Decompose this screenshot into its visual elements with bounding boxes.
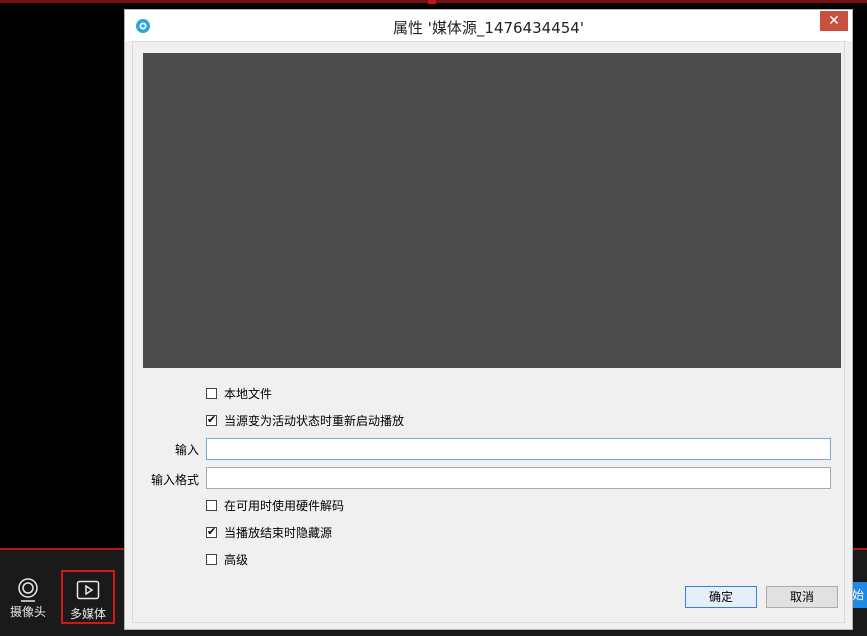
media-source-label: 多媒体 [69,607,106,621]
input-format-field[interactable] [206,467,831,489]
camera-icon [16,578,40,605]
cancel-button[interactable]: 取消 [766,586,838,608]
advanced-checkbox[interactable] [206,554,217,565]
restart-on-active-checkbox[interactable]: ✔ [206,413,217,426]
local-file-checkbox[interactable] [206,388,217,399]
ok-button[interactable]: 确定 [685,586,757,608]
hide-on-end-checkbox[interactable]: ✔ [206,525,217,538]
checkmark-icon: ✔ [207,525,217,538]
start-button-partial[interactable]: 始 [852,582,867,608]
properties-dialog: 属性 '媒体源_1476434454' ✕ 本地文件 ✔ 当源变为活动状态时重新… [124,9,853,630]
camera-source-label: 摄像头 [9,605,46,619]
input-label: 输入 [175,443,200,457]
hardware-decode-checkbox[interactable] [206,500,217,511]
close-icon: ✕ [828,13,840,29]
hardware-decode-label: 在可用时使用硬件解码 [224,499,345,513]
play-media-icon [76,580,100,603]
dialog-title: 属性 '媒体源_1476434454' [393,19,584,37]
checkmark-icon: ✔ [207,413,217,426]
close-button[interactable]: ✕ [820,11,848,31]
top-border-marker [428,0,436,4]
input-format-label: 输入格式 [151,473,200,487]
media-source-button[interactable]: 多媒体 [61,570,115,624]
camera-source-button[interactable]: 摄像头 [0,570,56,624]
input-field[interactable] [206,438,831,460]
hide-on-end-label: 当播放结束时隐藏源 [224,526,333,540]
dialog-titlebar[interactable]: 属性 '媒体源_1476434454' ✕ [125,10,852,41]
advanced-label: 高级 [224,553,249,567]
preview-area [143,53,841,368]
local-file-label: 本地文件 [224,387,273,401]
restart-on-active-label: 当源变为活动状态时重新启动播放 [224,414,405,428]
